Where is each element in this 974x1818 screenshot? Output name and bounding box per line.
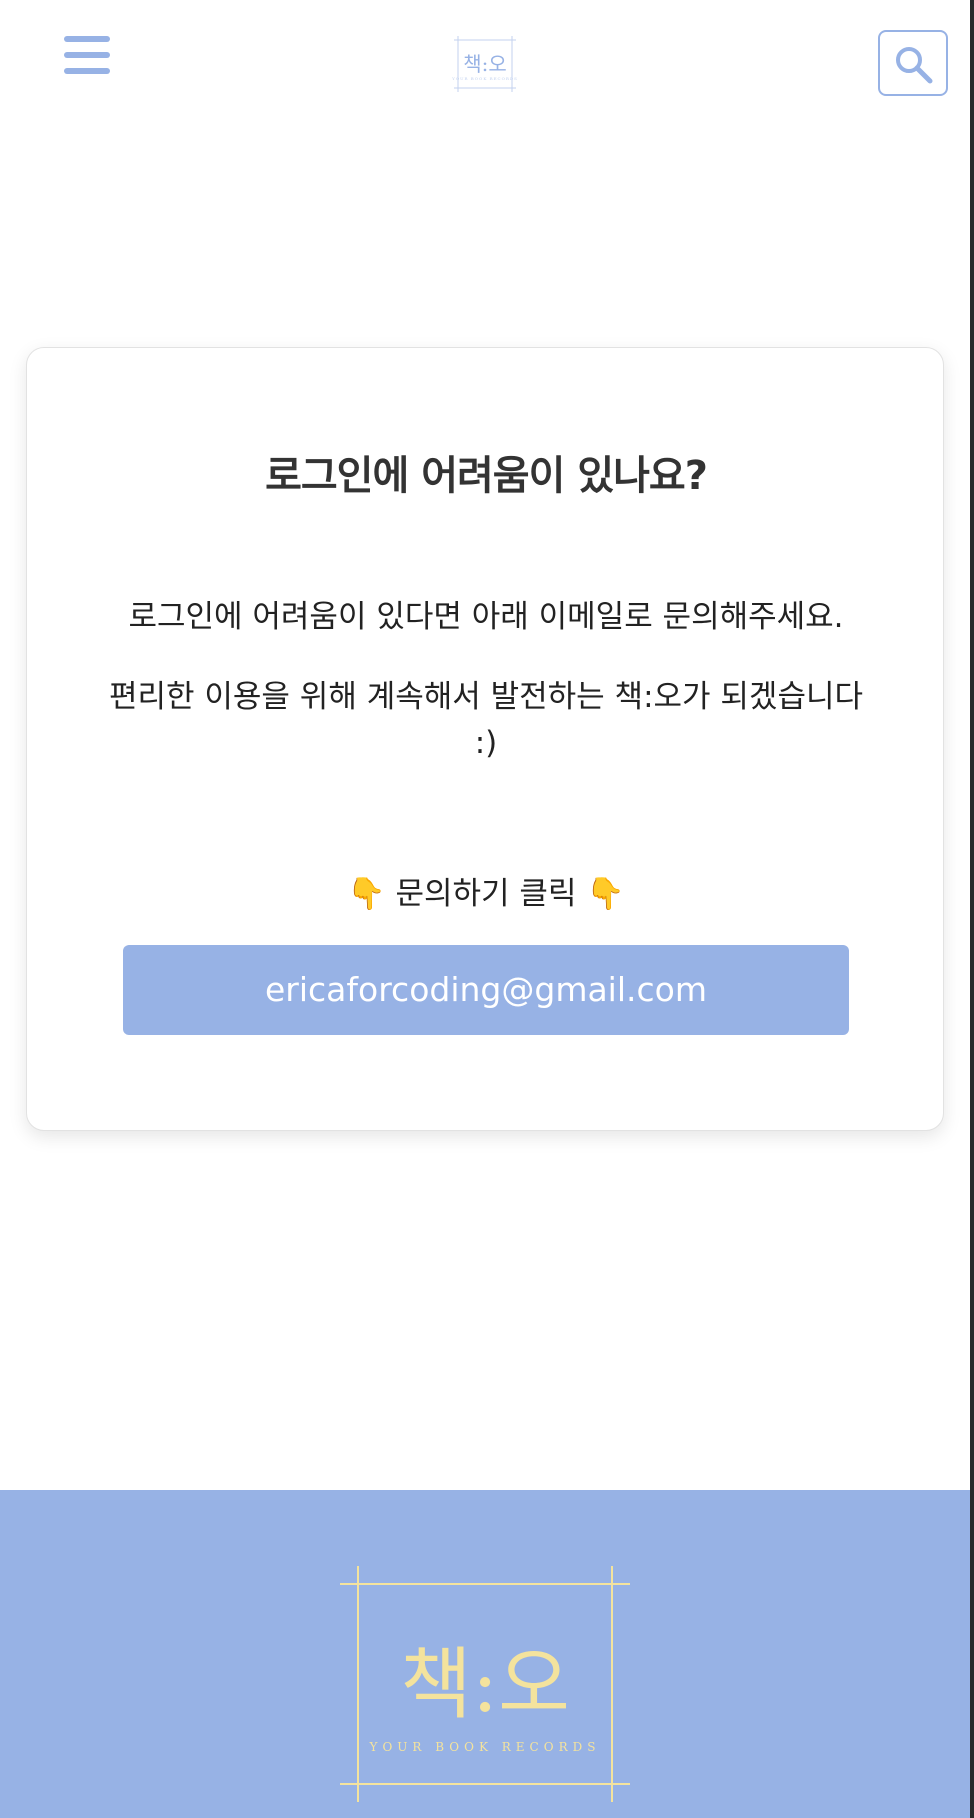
footer-logo[interactable]: 책:오 YOUR BOOK RECORDS [340,1564,630,1804]
footer: 책:오 YOUR BOOK RECORDS [0,1490,970,1818]
hamburger-menu-icon[interactable] [60,32,114,80]
page-title: 로그인에 어려움이 있나요? [265,453,708,499]
help-description: 로그인에 어려움이 있다면 아래 이메일로 문의해주세요. [128,599,844,635]
menu-bar [64,68,110,74]
window-edge [970,0,974,1818]
header-logo-subtext: YOUR BOOK RECORDS [452,76,518,81]
contact-hint: 👇 문의하기 클릭 👇 [347,876,625,912]
help-description-2: 편리한 이용을 위해 계속해서 발전하는 책:오가 되겠습니다 :) [108,679,864,761]
login-help-card: 로그인에 어려움이 있나요? 로그인에 어려움이 있다면 아래 이메일로 문의해… [26,347,944,1131]
footer-logo-text: 책:오 [400,1640,570,1730]
search-button[interactable] [878,30,948,96]
menu-bar [64,36,110,42]
contact-email-button[interactable]: ericaforcoding@gmail.com [123,945,849,1035]
footer-logo-subtext: YOUR BOOK RECORDS [369,1740,601,1754]
header-logo[interactable]: 책:오 YOUR BOOK RECORDS [450,34,520,94]
search-icon [896,47,933,84]
header-logo-text: 책:오 [463,52,507,76]
menu-bar [64,52,110,58]
